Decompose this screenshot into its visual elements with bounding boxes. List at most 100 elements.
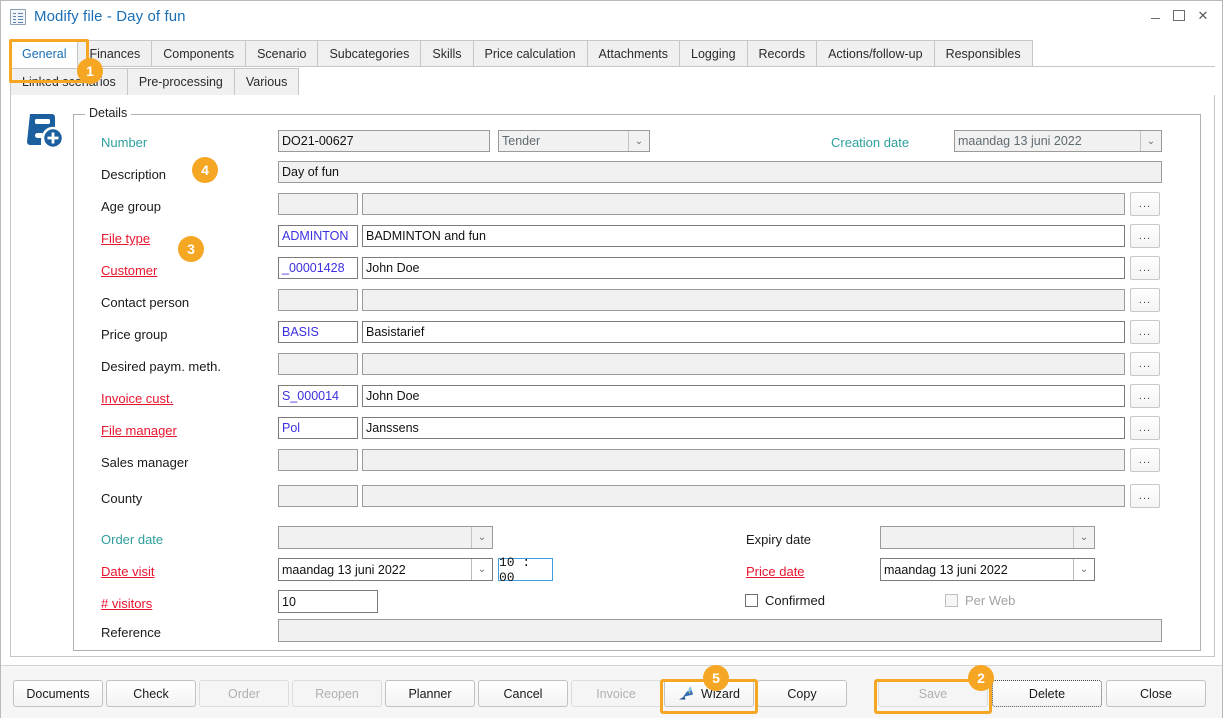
invoice-customer-name-input[interactable]: John Doe: [362, 385, 1125, 407]
price-group-name-input[interactable]: Basistarief: [362, 321, 1125, 343]
customer-code-input[interactable]: _00001428: [278, 257, 358, 279]
price-group-code-input[interactable]: BASIS: [278, 321, 358, 343]
chevron-down-icon[interactable]: ⌄: [1073, 527, 1094, 548]
customer-name-input[interactable]: John Doe: [362, 257, 1125, 279]
chevron-down-icon[interactable]: ⌄: [471, 559, 492, 580]
number-input[interactable]: DO21-00627: [278, 130, 490, 152]
cancel-button[interactable]: Cancel: [478, 680, 568, 707]
documents-button[interactable]: Documents: [13, 680, 103, 707]
invoice-button: Invoice: [571, 680, 661, 707]
per-web-label: Per Web: [965, 593, 1015, 608]
planner-button[interactable]: Planner: [385, 680, 475, 707]
label-creation-date: Creation date: [831, 135, 909, 150]
file-manager-code-input[interactable]: Pol: [278, 417, 358, 439]
invoice-customer-code-input[interactable]: S_000014: [278, 385, 358, 407]
label-county: County: [101, 491, 142, 506]
label-invoice-customer: Invoice cust.: [101, 391, 173, 406]
sales-manager-name-input[interactable]: [362, 449, 1125, 471]
contact-person-name-input[interactable]: [362, 289, 1125, 311]
label-date-visit: Date visit: [101, 564, 154, 579]
file-type-category-select[interactable]: Tender ⌄: [498, 130, 650, 152]
invoice-customer-browse-button[interactable]: ...: [1130, 384, 1160, 408]
label-age-group: Age group: [101, 199, 161, 214]
step-badge-5: 5: [703, 665, 729, 691]
reference-input[interactable]: [278, 619, 1162, 642]
order-button: Order: [199, 680, 289, 707]
label-customer: Customer: [101, 263, 157, 278]
description-input[interactable]: Day of fun: [278, 161, 1162, 183]
sales-manager-code-input[interactable]: [278, 449, 358, 471]
desired-payment-name-input[interactable]: [362, 353, 1125, 375]
button-label: Delete: [1029, 687, 1065, 701]
label-desired-payment-method: Desired paym. meth.: [101, 359, 221, 374]
wizard-hat-icon: [678, 685, 695, 702]
chevron-down-icon[interactable]: ⌄: [1140, 131, 1161, 151]
button-label: Reopen: [315, 687, 359, 701]
button-label: Save: [919, 687, 948, 701]
file-manager-name-input[interactable]: Janssens: [362, 417, 1125, 439]
customer-browse-button[interactable]: ...: [1130, 256, 1160, 280]
file-type-code-input[interactable]: ADMINTON: [278, 225, 358, 247]
details-legend: Details: [85, 106, 131, 120]
check-button[interactable]: Check: [106, 680, 196, 707]
step-badge-4: 4: [192, 157, 218, 183]
price-date-value: maandag 13 juni 2022: [884, 563, 1008, 577]
step-badge-1: 1: [77, 58, 103, 84]
file-type-browse-button[interactable]: ...: [1130, 224, 1160, 248]
tab-general[interactable]: General: [10, 39, 78, 67]
chevron-down-icon[interactable]: ⌄: [1073, 559, 1094, 580]
num-visitors-input[interactable]: 10: [278, 590, 378, 613]
label-contact-person: Contact person: [101, 295, 189, 310]
desired-payment-code-input[interactable]: [278, 353, 358, 375]
confirmed-checkbox[interactable]: Confirmed: [745, 593, 825, 608]
label-num-visitors: # visitors: [101, 596, 152, 611]
reopen-button: Reopen: [292, 680, 382, 707]
checkbox-box[interactable]: [745, 594, 758, 607]
chevron-down-icon[interactable]: ⌄: [471, 527, 492, 548]
county-code-input[interactable]: [278, 485, 358, 507]
price-group-browse-button[interactable]: ...: [1130, 320, 1160, 344]
age-group-browse-button[interactable]: ...: [1130, 192, 1160, 216]
new-file-icon: [24, 109, 66, 151]
date-visit-time-input[interactable]: 10 : 00: [498, 558, 553, 581]
button-label: Close: [1140, 687, 1172, 701]
button-label: Copy: [787, 687, 816, 701]
checkbox-box: [945, 594, 958, 607]
delete-button[interactable]: Delete: [992, 680, 1102, 707]
action-button-bar: Documents Check Order Reopen Planner Cancel In…: [1, 665, 1222, 718]
button-label: Invoice: [596, 687, 636, 701]
label-file-manager: File manager: [101, 423, 177, 438]
button-label: Check: [133, 687, 168, 701]
file-type-name-input[interactable]: BADMINTON and fun: [362, 225, 1125, 247]
close-button[interactable]: Close: [1106, 680, 1206, 707]
order-date-picker[interactable]: ⌄: [278, 526, 493, 549]
chevron-down-icon[interactable]: ⌄: [628, 131, 649, 151]
confirmed-label: Confirmed: [765, 593, 825, 608]
label-expiry-date: Expiry date: [746, 532, 811, 547]
contact-person-browse-button[interactable]: ...: [1130, 288, 1160, 312]
label-price-group: Price group: [101, 327, 167, 342]
label-description: Description: [101, 167, 166, 182]
sales-manager-browse-button[interactable]: ...: [1130, 448, 1160, 472]
label-sales-manager: Sales manager: [101, 455, 188, 470]
age-group-code-input[interactable]: [278, 193, 358, 215]
date-visit-picker[interactable]: maandag 13 juni 2022 ⌄: [278, 558, 493, 581]
contact-person-code-input[interactable]: [278, 289, 358, 311]
age-group-name-input[interactable]: [362, 193, 1125, 215]
price-date-picker[interactable]: maandag 13 juni 2022 ⌄: [880, 558, 1095, 581]
desired-payment-browse-button[interactable]: ...: [1130, 352, 1160, 376]
file-manager-browse-button[interactable]: ...: [1130, 416, 1160, 440]
file-type-category-value: Tender: [502, 134, 540, 148]
copy-button[interactable]: Copy: [757, 680, 847, 707]
label-price-date: Price date: [746, 564, 805, 579]
label-order-date: Order date: [101, 532, 163, 547]
creation-date-picker[interactable]: maandag 13 juni 2022 ⌄: [954, 130, 1162, 152]
county-name-input[interactable]: [362, 485, 1125, 507]
county-browse-button[interactable]: ...: [1130, 484, 1160, 508]
button-label: Cancel: [504, 687, 543, 701]
expiry-date-picker[interactable]: ⌄: [880, 526, 1095, 549]
modify-file-window: Modify file - Day of fun ✕ GeneralFinanc…: [0, 0, 1223, 718]
per-web-checkbox: Per Web: [945, 593, 1015, 608]
label-reference: Reference: [101, 625, 161, 640]
button-label: Planner: [408, 687, 451, 701]
